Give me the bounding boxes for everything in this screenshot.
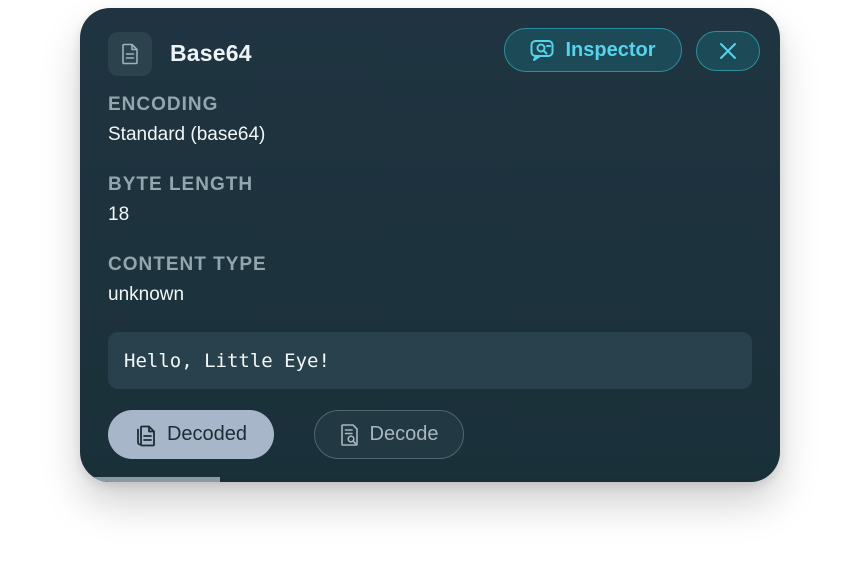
copy-document-icon [135,422,157,448]
close-icon [719,42,737,60]
decode-button[interactable]: Decode [314,410,464,459]
content-type-label: CONTENT TYPE [108,254,267,275]
base64-card: Base64 Inspector ENCODING Standard (base… [80,8,780,482]
close-button[interactable] [696,31,760,71]
encoding-value: Standard (base64) [108,124,266,145]
content-type-value: unknown [108,284,185,305]
inspector-icon [530,39,556,61]
inspector-button[interactable]: Inspector [504,28,682,72]
document-icon [108,32,152,76]
decoded-output-box[interactable]: Hello, Little Eye! [108,332,752,389]
progress-fill [80,477,220,482]
decode-button-label: Decode [369,423,439,445]
byte-length-value: 18 [108,204,130,225]
card-title: Base64 [170,40,252,66]
encoding-label: ENCODING [108,94,219,115]
inspector-button-label: Inspector [565,38,656,61]
decoded-output-text: Hello, Little Eye! [124,349,330,372]
stage: Base64 Inspector ENCODING Standard (base… [0,0,860,562]
decoded-button-label: Decoded [166,423,248,445]
document-search-icon [340,423,360,447]
progress-track [80,477,780,482]
byte-length-label: BYTE LENGTH [108,174,254,195]
decoded-button[interactable]: Decoded [108,410,274,459]
